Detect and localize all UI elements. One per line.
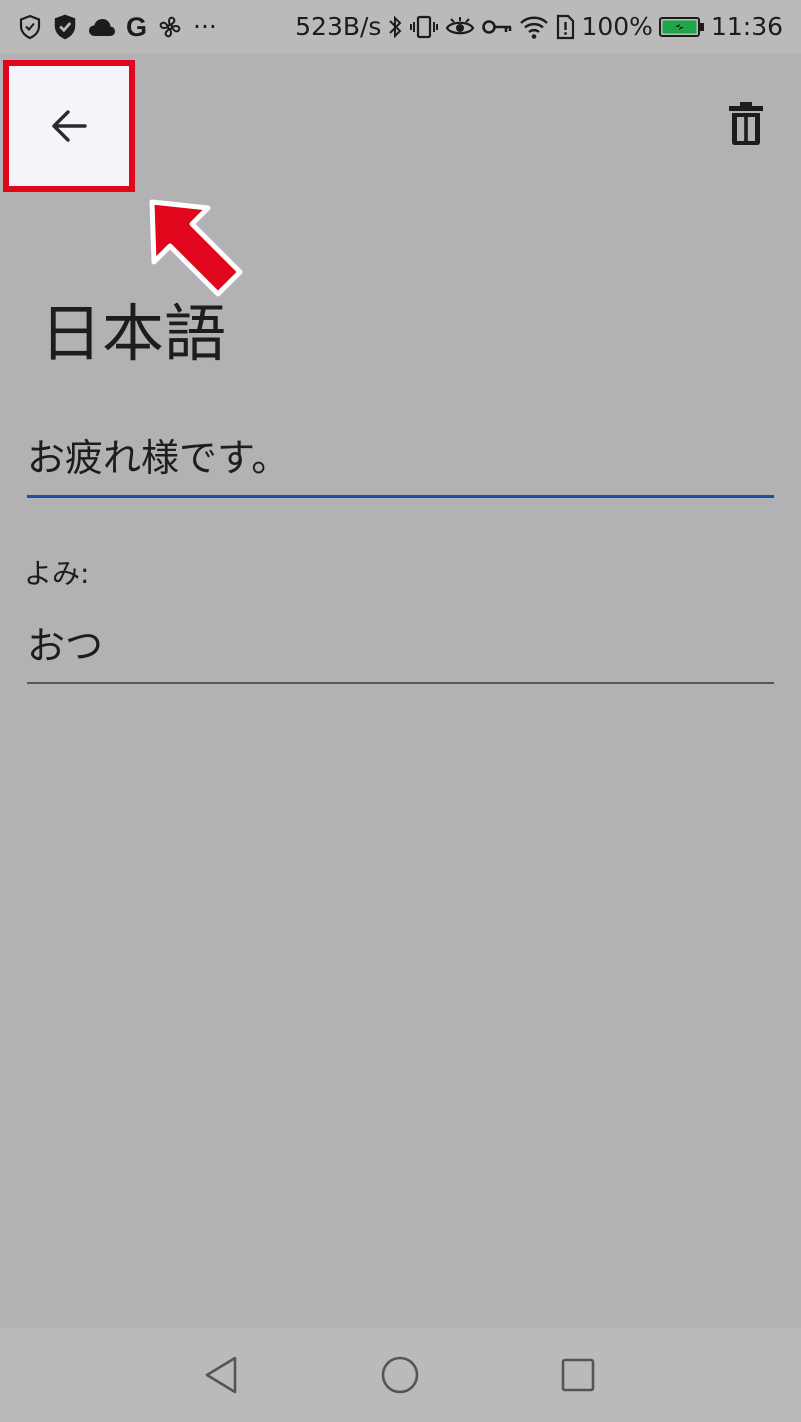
nav-home-button[interactable]	[375, 1350, 425, 1400]
nav-recents-icon	[561, 1358, 595, 1392]
key-icon	[481, 12, 513, 42]
clock: 11:36	[710, 12, 783, 41]
main-content: 日本語 お疲れ様です。 よみ: おつ	[0, 54, 801, 1328]
system-nav-bar	[0, 1328, 801, 1422]
cloud-icon	[88, 12, 116, 42]
phrase-value[interactable]: お疲れ様です。	[27, 432, 289, 484]
reading-label: よみ:	[24, 557, 90, 590]
wifi-icon	[519, 12, 549, 42]
shield-outline-icon	[18, 12, 42, 42]
phrase-input[interactable]: お疲れ様です。	[27, 424, 774, 498]
back-button[interactable]	[3, 60, 135, 192]
reading-input[interactable]: おつ	[27, 610, 774, 684]
more-notifications-icon: ···	[193, 12, 217, 41]
nav-back-icon	[205, 1356, 237, 1394]
language-title: 日本語	[40, 297, 227, 370]
status-bar: G ··· 523B/s 100% 11:36	[0, 0, 801, 54]
eye-icon	[445, 12, 475, 42]
nav-home-icon	[381, 1356, 419, 1394]
delete-button[interactable]	[716, 94, 776, 154]
fan-icon	[157, 12, 183, 42]
battery-charging-icon	[658, 12, 705, 42]
reading-value[interactable]: おつ	[27, 620, 103, 672]
nav-recents-button[interactable]	[553, 1350, 603, 1400]
battery-percent: 100%	[581, 12, 653, 41]
annotation-arrow-icon	[149, 199, 243, 297]
arrow-left-icon	[52, 110, 87, 142]
status-right-icons: 523B/s 100% 11:36	[295, 12, 783, 42]
trash-icon	[729, 102, 763, 145]
google-icon: G	[126, 11, 148, 42]
vibrate-icon	[409, 12, 439, 42]
nav-back-button[interactable]	[196, 1350, 246, 1400]
status-left-icons: G ···	[18, 12, 217, 42]
network-speed: 523B/s	[295, 12, 382, 41]
shield-check-icon	[52, 12, 78, 42]
bluetooth-icon	[387, 12, 403, 42]
sim-alert-icon	[555, 12, 575, 42]
